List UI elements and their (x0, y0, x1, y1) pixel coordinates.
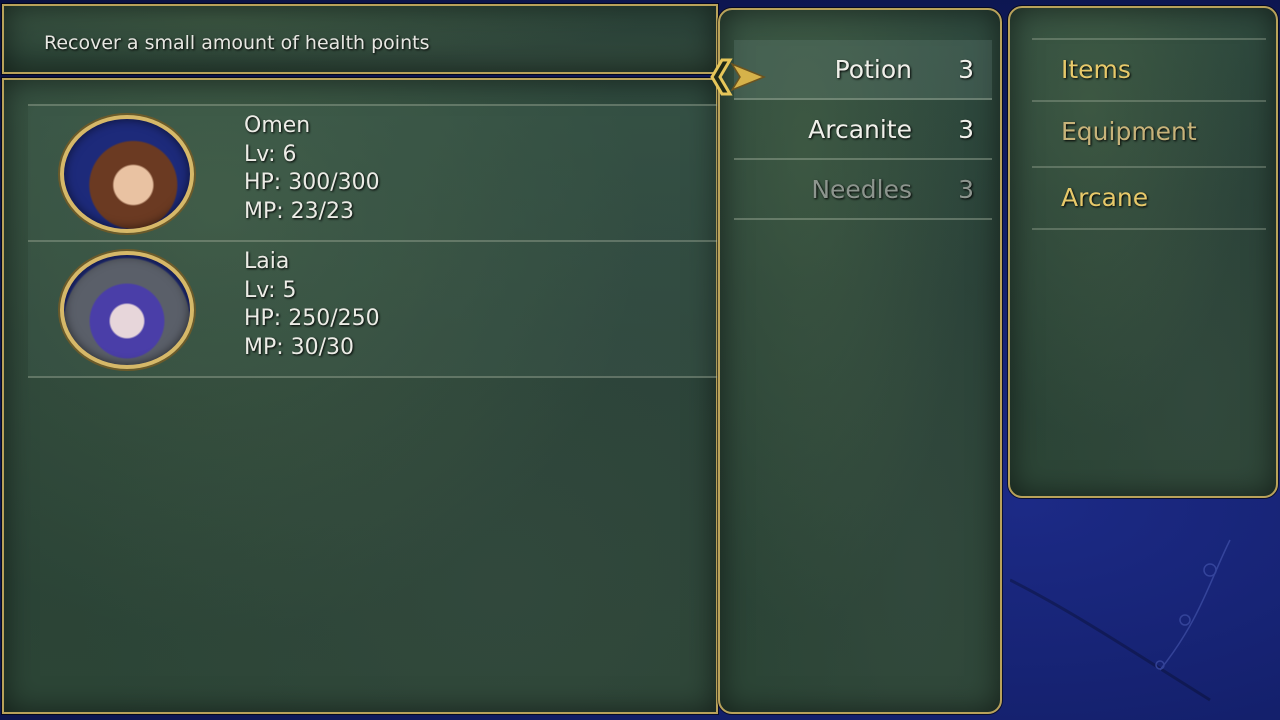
category-label: Equipment (1061, 117, 1197, 146)
actor-mp: MP: 23/23 (244, 198, 355, 224)
help-text: Recover a small amount of health points (44, 32, 430, 54)
item-arcanite[interactable]: Arcanite 3 (734, 100, 992, 160)
item-quantity: 3 (958, 55, 974, 84)
help-window: Recover a small amount of health points (2, 4, 718, 74)
item-name: Arcanite (808, 115, 912, 144)
item-quantity: 3 (958, 115, 974, 144)
item-potion[interactable]: Potion 3 (734, 40, 992, 100)
item-list-window: Potion 3 Arcanite 3 Needles 3 (718, 8, 1002, 714)
actor-name: Laia (244, 249, 290, 274)
actor-hp: HP: 300/300 (244, 170, 380, 195)
actor-stats: Omen Lv: 6 HP: 300/300 MP: 23/23 (244, 112, 380, 226)
omen-portrait (60, 115, 194, 233)
actor-hp: HP: 250/250 (244, 306, 380, 331)
item-needles[interactable]: Needles 3 (734, 160, 992, 220)
category-equipment[interactable]: Equipment (1032, 100, 1266, 162)
category-window: Items Equipment Arcane (1008, 6, 1278, 498)
actor-row-omen[interactable]: Omen Lv: 6 HP: 300/300 MP: 23/23 (28, 104, 718, 240)
actor-name: Omen (244, 113, 311, 138)
selection-arrow-icon (710, 58, 766, 96)
actor-stats: Laia Lv: 5 HP: 250/250 MP: 30/30 (244, 248, 380, 362)
party-status-window: Omen Lv: 6 HP: 300/300 MP: 23/23 Laia Lv… (2, 78, 718, 714)
actor-level: Lv: 5 (244, 277, 297, 303)
item-name: Potion (834, 55, 912, 84)
category-label: Items (1061, 55, 1131, 84)
vine-decoration (1010, 539, 1231, 702)
category-items[interactable]: Items (1032, 38, 1266, 100)
laia-portrait (60, 251, 194, 369)
actor-level: Lv: 6 (244, 141, 297, 167)
actor-row-laia[interactable]: Laia Lv: 5 HP: 250/250 MP: 30/30 (28, 240, 718, 378)
item-quantity: 3 (958, 175, 974, 204)
category-arcane[interactable]: Arcane (1032, 166, 1266, 230)
actor-mp: MP: 30/30 (244, 334, 355, 360)
category-label: Arcane (1061, 183, 1149, 212)
item-name: Needles (811, 175, 912, 204)
